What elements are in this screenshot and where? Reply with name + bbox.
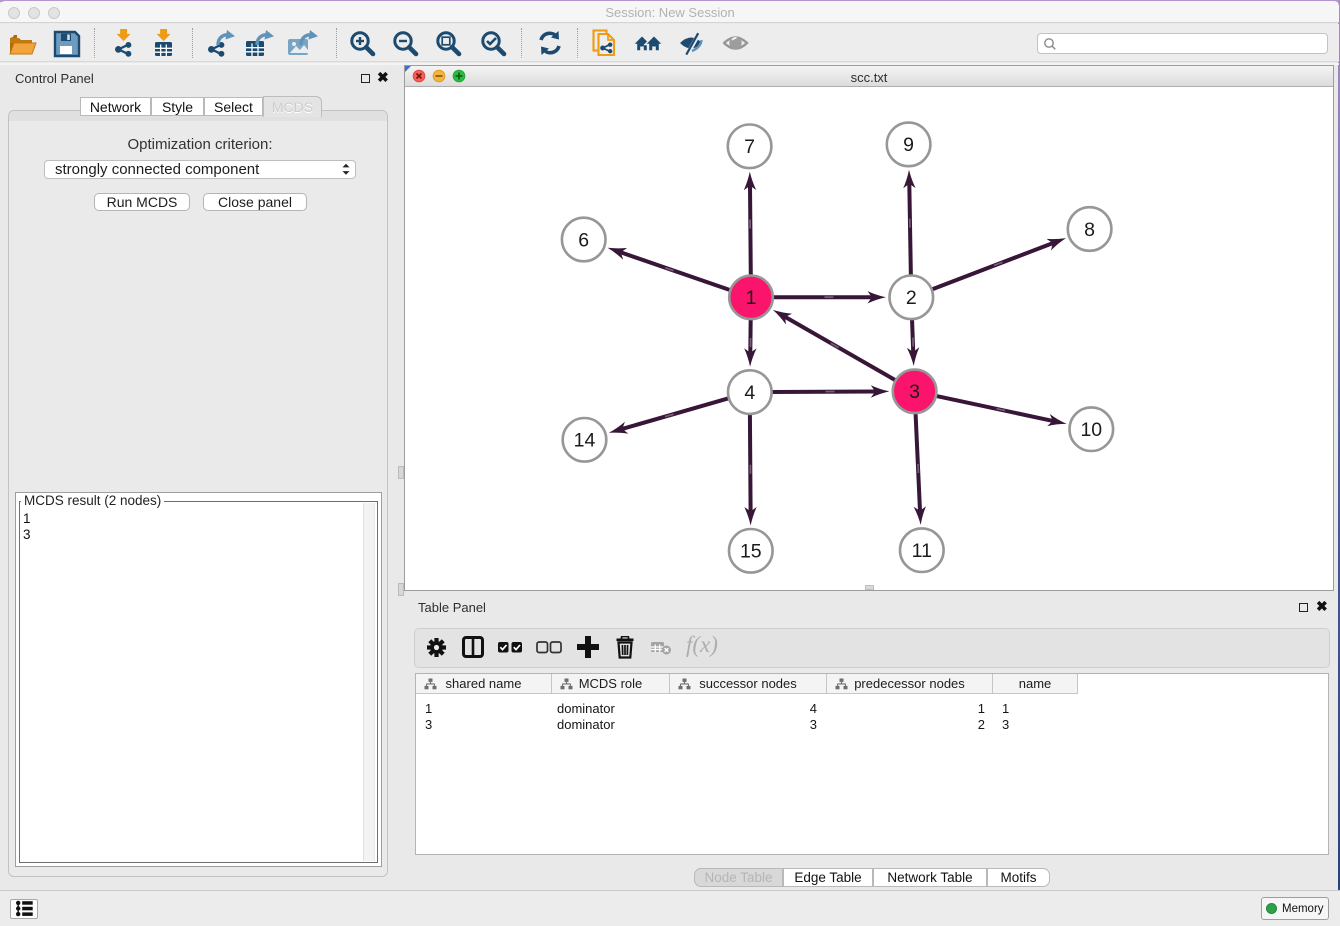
svg-text:9: 9	[903, 134, 914, 156]
svg-text:14: 14	[574, 430, 596, 452]
svg-text:8: 8	[1084, 219, 1095, 241]
svg-text:11: 11	[912, 540, 932, 562]
svg-text:2: 2	[906, 287, 917, 309]
svg-text:6: 6	[578, 229, 589, 251]
svg-text:10: 10	[1080, 419, 1102, 441]
svg-text:3: 3	[909, 381, 920, 403]
svg-text:1: 1	[746, 287, 757, 309]
svg-text:4: 4	[744, 382, 755, 404]
svg-text:15: 15	[740, 541, 762, 563]
svg-text:7: 7	[744, 136, 755, 158]
